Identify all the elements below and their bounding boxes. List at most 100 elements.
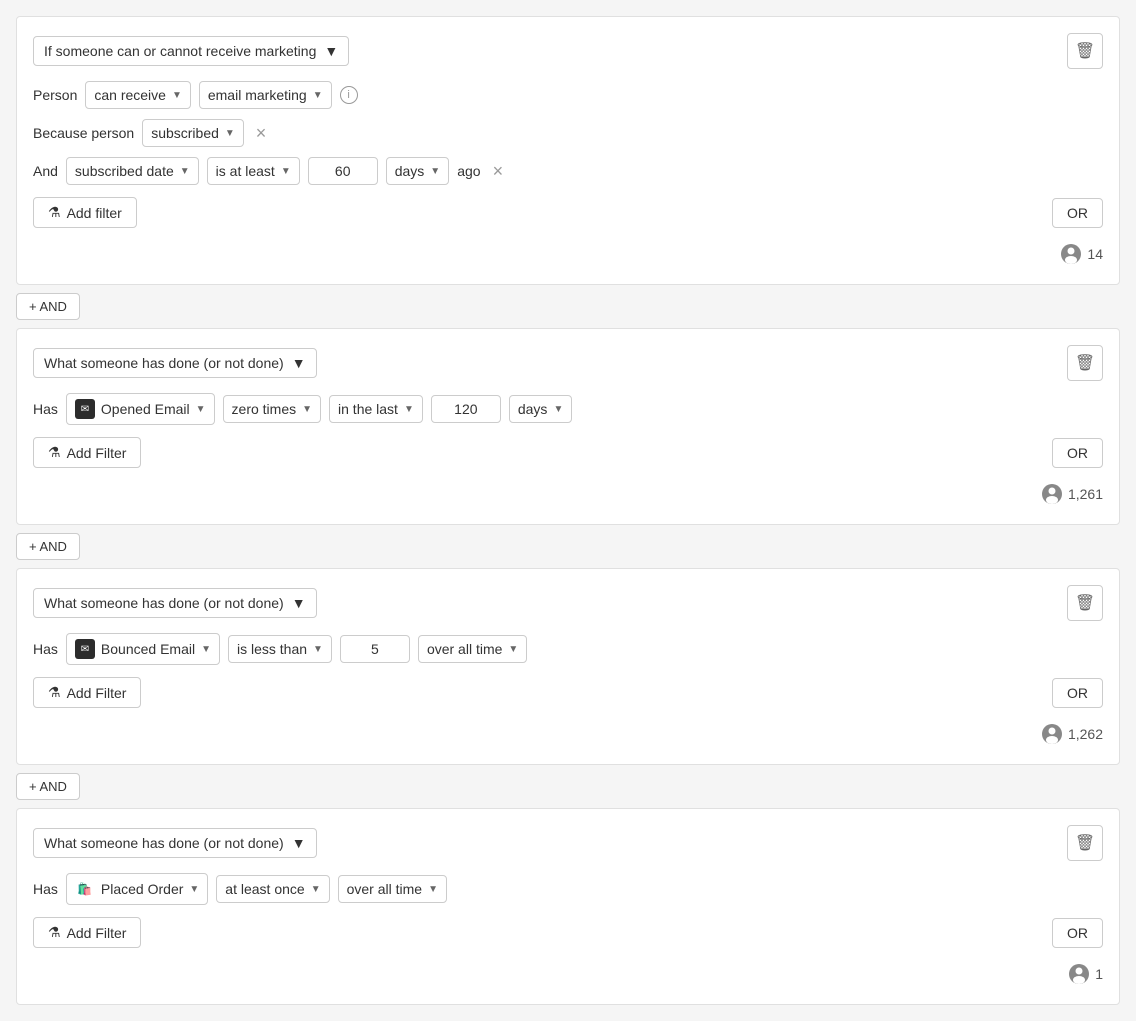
time-value-input-3[interactable]: 5 xyxy=(340,635,410,663)
add-filter-button-3[interactable]: ⚗ Add Filter xyxy=(33,677,141,708)
person-label: Person xyxy=(33,87,77,103)
time-unit-value-2: days xyxy=(518,401,548,417)
delete-button-1[interactable]: 🗑 xyxy=(1067,33,1103,69)
time-operator-simple-arrow-4: ▼ xyxy=(428,884,438,895)
condition-type-select-2[interactable]: What someone has done (or not done) ▼ xyxy=(33,348,317,378)
delete-button-3[interactable]: 🗑 xyxy=(1067,585,1103,621)
has-label-4: Has xyxy=(33,881,58,897)
person-type-select[interactable]: email marketing ▼ xyxy=(199,81,332,109)
condition-type-label-1: If someone can or cannot receive marketi… xyxy=(44,43,316,59)
or-button-3[interactable]: OR xyxy=(1052,678,1103,708)
frequency-operator-select-4[interactable]: at least once ▼ xyxy=(216,875,329,903)
count-badge-4: 1 xyxy=(1069,964,1103,984)
event-arrow-2: ▼ xyxy=(196,404,206,415)
because-close-button[interactable]: × xyxy=(252,121,271,146)
time-operator-select-2[interactable]: in the last ▼ xyxy=(329,395,423,423)
delete-button-2[interactable]: 🗑 xyxy=(1067,345,1103,381)
bottom-row-2: ⚗ Add Filter OR xyxy=(33,437,1103,468)
info-icon[interactable]: i xyxy=(340,86,358,104)
operator-select[interactable]: is at least ▼ xyxy=(207,157,300,185)
frequency-operator-value-2: zero times xyxy=(232,401,297,417)
has-row-3: Has ✉ Bounced Email ▼ is less than ▼ 5 o… xyxy=(33,633,1103,665)
bottom-row-1: ⚗ Add filter OR xyxy=(33,197,1103,228)
condition-block-4: What someone has done (or not done) ▼ 🗑 … xyxy=(16,808,1120,1005)
frequency-arrow-4: ▼ xyxy=(311,884,321,895)
operator-value: is at least xyxy=(216,163,275,179)
because-value-select[interactable]: subscribed ▼ xyxy=(142,119,244,147)
filter-icon-2: ⚗ xyxy=(48,444,61,461)
and-button-2[interactable]: + AND xyxy=(16,533,80,560)
filter-icon-3: ⚗ xyxy=(48,684,61,701)
condition-type-select-1[interactable]: If someone can or cannot receive marketi… xyxy=(33,36,349,66)
count-row-2: 1,261 xyxy=(33,476,1103,508)
count-row-4: 1 xyxy=(33,956,1103,988)
event-select-2[interactable]: ✉ Opened Email ▼ xyxy=(66,393,215,425)
because-value: subscribed xyxy=(151,125,219,141)
event-select-3[interactable]: ✉ Bounced Email ▼ xyxy=(66,633,220,665)
date-field-arrow: ▼ xyxy=(180,166,190,177)
event-arrow-3: ▼ xyxy=(201,644,211,655)
person-condition-value: can receive xyxy=(94,87,166,103)
time-value-input-2[interactable]: 120 xyxy=(431,395,501,423)
or-button-2[interactable]: OR xyxy=(1052,438,1103,468)
and-button-1[interactable]: + AND xyxy=(16,293,80,320)
bottom-row-4: ⚗ Add Filter OR xyxy=(33,917,1103,948)
has-row-4: Has 🛍️ Placed Order ▼ at least once ▼ ov… xyxy=(33,873,1103,905)
date-field-value: subscribed date xyxy=(75,163,174,179)
and-button-label-3: + AND xyxy=(29,779,67,794)
event-value-2: Opened Email xyxy=(101,401,190,417)
has-row-2: Has ✉ Opened Email ▼ zero times ▼ in the… xyxy=(33,393,1103,425)
value-input[interactable]: 60 xyxy=(308,157,378,185)
and-button-3[interactable]: + AND xyxy=(16,773,80,800)
time-unit-select-2[interactable]: days ▼ xyxy=(509,395,572,423)
and-connector-2: + AND xyxy=(16,525,1120,568)
time-operator-simple-select-3[interactable]: over all time ▼ xyxy=(418,635,527,663)
filter-icon-1: ⚗ xyxy=(48,204,61,221)
dropdown-arrow-1: ▼ xyxy=(324,43,338,59)
unit-select[interactable]: days ▼ xyxy=(386,157,449,185)
event-select-4[interactable]: 🛍️ Placed Order ▼ xyxy=(66,873,208,905)
delete-button-4[interactable]: 🗑 xyxy=(1067,825,1103,861)
person-condition-select[interactable]: can receive ▼ xyxy=(85,81,191,109)
add-filter-label-3: Add Filter xyxy=(67,685,127,701)
person-type-arrow: ▼ xyxy=(313,90,323,101)
date-field-select[interactable]: subscribed date ▼ xyxy=(66,157,199,185)
condition-type-select-4[interactable]: What someone has done (or not done) ▼ xyxy=(33,828,317,858)
event-icon-4: 🛍️ xyxy=(75,879,95,899)
frequency-operator-select-2[interactable]: zero times ▼ xyxy=(223,395,321,423)
or-button-4[interactable]: OR xyxy=(1052,918,1103,948)
time-operator-simple-select-4[interactable]: over all time ▼ xyxy=(338,875,447,903)
person-row: Person can receive ▼ email marketing ▼ i xyxy=(33,81,1103,109)
time-operator-simple-value-3: over all time xyxy=(427,641,502,657)
frequency-arrow-2: ▼ xyxy=(302,404,312,415)
person-icon-4 xyxy=(1069,964,1089,984)
event-value-4: Placed Order xyxy=(101,881,183,897)
and-button-label-2: + AND xyxy=(29,539,67,554)
has-label-3: Has xyxy=(33,641,58,657)
dropdown-arrow-3: ▼ xyxy=(292,595,306,611)
or-label-1: OR xyxy=(1067,205,1088,221)
count-row-1: 14 xyxy=(33,236,1103,268)
count-value-3: 1,262 xyxy=(1068,726,1103,742)
time-operator-arrow-2: ▼ xyxy=(404,404,414,415)
frequency-arrow-3: ▼ xyxy=(313,644,323,655)
condition-header-2: What someone has done (or not done) ▼ 🗑 xyxy=(33,345,1103,381)
operator-arrow: ▼ xyxy=(281,166,291,177)
or-label-2: OR xyxy=(1067,445,1088,461)
count-badge-1: 14 xyxy=(1061,244,1103,264)
and-button-label-1: + AND xyxy=(29,299,67,314)
dropdown-arrow-4: ▼ xyxy=(292,835,306,851)
person-icon-2 xyxy=(1042,484,1062,504)
add-filter-button-4[interactable]: ⚗ Add Filter xyxy=(33,917,141,948)
frequency-operator-select-3[interactable]: is less than ▼ xyxy=(228,635,332,663)
person-icon-1 xyxy=(1061,244,1081,264)
or-button-1[interactable]: OR xyxy=(1052,198,1103,228)
time-unit-arrow-2: ▼ xyxy=(553,404,563,415)
and-connector-3: + AND xyxy=(16,765,1120,808)
person-icon-3 xyxy=(1042,724,1062,744)
condition-block-2: What someone has done (or not done) ▼ 🗑 … xyxy=(16,328,1120,525)
add-filter-button-1[interactable]: ⚗ Add filter xyxy=(33,197,137,228)
condition-type-select-3[interactable]: What someone has done (or not done) ▼ xyxy=(33,588,317,618)
add-filter-button-2[interactable]: ⚗ Add Filter xyxy=(33,437,141,468)
filter-close-button-1[interactable]: × xyxy=(489,159,508,184)
